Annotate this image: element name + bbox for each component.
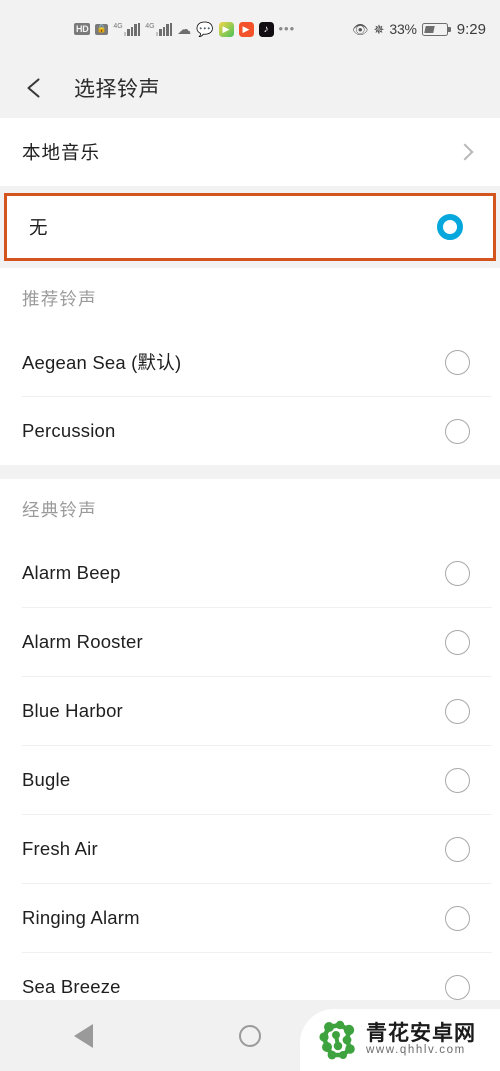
list-item[interactable]: Alarm Rooster: [0, 608, 500, 676]
watermark: 青花安卓网 www.qhhlv.com: [300, 1009, 500, 1071]
list-item-label: Bugle: [22, 769, 71, 790]
list-item-local-music[interactable]: 本地音乐: [0, 118, 500, 186]
sim-lock-icon: 🔒: [95, 23, 109, 35]
back-arrow-icon[interactable]: [22, 75, 48, 101]
nav-back-button[interactable]: [43, 1000, 123, 1071]
section-items: Alarm Beep Alarm Rooster Blue Harbor Bugle F…: [0, 539, 500, 1021]
overflow-icon: •••: [278, 21, 296, 37]
status-bar: HD 🔒 4G 4G ☁ 💬 ▶ ▶ ♪ ••• 👁 ✵ 33% 9:29: [0, 0, 500, 58]
list-item[interactable]: Aegean Sea (默认): [0, 328, 500, 396]
section-title: 推荐铃声: [22, 288, 97, 309]
section-header: 推荐铃声: [0, 268, 500, 328]
radio-unchecked-icon[interactable]: [445, 418, 470, 444]
list-item[interactable]: Percussion: [0, 397, 500, 465]
list-item[interactable]: Fresh Air: [0, 815, 500, 883]
hd-icon: HD: [74, 23, 91, 35]
phone-screen: HD 🔒 4G 4G ☁ 💬 ▶ ▶ ♪ ••• 👁 ✵ 33% 9:29 选择…: [0, 0, 500, 1071]
nav-back-icon: [73, 1023, 93, 1048]
network-type-1-label: 4G: [113, 22, 123, 30]
status-bar-right: 👁 ✵ 33% 9:29: [352, 21, 486, 38]
chat-bubble-icon: 💬: [196, 21, 214, 37]
qhhlv-logo-icon: [316, 1018, 360, 1062]
radio-unchecked-icon[interactable]: [445, 767, 470, 793]
page-title: 选择铃声: [74, 78, 160, 101]
radio-unchecked-icon[interactable]: [445, 905, 470, 931]
network-type-2-label: 4G: [145, 22, 155, 30]
nav-home-icon: [238, 1024, 261, 1047]
radio-checked-icon[interactable]: [437, 214, 463, 240]
watermark-site-name: 青花安卓网: [366, 1022, 476, 1046]
list-item[interactable]: Bugle: [0, 746, 500, 814]
app-bar: 选择铃声: [0, 58, 500, 118]
local-music-block: 本地音乐: [0, 118, 500, 186]
ringtone-sections: 推荐铃声 Aegean Sea (默认) Percussion 经典铃声 Alarm B…: [0, 268, 500, 1021]
cloud-alert-icon: ☁: [177, 21, 192, 37]
signal-2-icon: 4G: [145, 22, 173, 36]
list-item[interactable]: Alarm Beep: [0, 539, 500, 607]
signal-bars-1-icon: [123, 22, 141, 36]
list-item-label: Alarm Rooster: [22, 631, 143, 652]
list-item[interactable]: Blue Harbor: [0, 677, 500, 745]
selected-row-highlight: 无: [4, 193, 496, 261]
section-title: 经典铃声: [22, 499, 97, 520]
eye-comfort-icon: 👁: [351, 21, 369, 37]
signal-bars-2-icon: [155, 22, 173, 36]
radio-unchecked-icon[interactable]: [445, 629, 470, 655]
local-music-label: 本地音乐: [22, 142, 101, 163]
section-gap: [0, 465, 500, 479]
highlight-wrapper: 无: [0, 186, 500, 268]
section-header: 经典铃声: [0, 479, 500, 539]
watermark-text: 青花安卓网 www.qhhlv.com: [366, 1023, 476, 1057]
radio-unchecked-icon[interactable]: [445, 698, 470, 724]
status-bar-left: HD 🔒 4G 4G ☁ 💬 ▶ ▶ ♪ •••: [74, 21, 296, 37]
battery-percent-label: 33%: [389, 21, 417, 37]
radio-unchecked-icon[interactable]: [445, 974, 470, 1000]
watermark-url: www.qhhlv.com: [366, 1044, 466, 1057]
radio-unchecked-icon[interactable]: [445, 836, 470, 862]
section-items: Aegean Sea (默认) Percussion: [0, 328, 500, 465]
bluetooth-icon: ✵: [373, 21, 385, 37]
clock-label: 9:29: [456, 20, 486, 38]
list-item-none[interactable]: 无: [7, 196, 493, 258]
list-item-label: Sea Breeze: [22, 976, 121, 997]
battery-icon: [421, 22, 451, 36]
play-store-icon: ▶: [218, 21, 234, 37]
none-label: 无: [29, 217, 49, 238]
video-player-icon: ▶: [238, 21, 254, 37]
radio-unchecked-icon[interactable]: [445, 560, 470, 586]
nav-home-button[interactable]: [210, 1000, 290, 1071]
list-item-label: Blue Harbor: [22, 700, 123, 721]
list-item-label: Alarm Beep: [22, 562, 121, 583]
tiktok-icon: ♪: [258, 21, 274, 37]
list-item-label: Percussion: [22, 420, 116, 441]
radio-unchecked-icon[interactable]: [445, 349, 470, 375]
signal-1-icon: 4G: [113, 22, 141, 36]
list-item-label: Ringing Alarm: [22, 907, 140, 928]
list-item[interactable]: Ringing Alarm: [0, 884, 500, 952]
chevron-right-icon: [459, 143, 470, 162]
list-item-label: Aegean Sea (默认): [22, 352, 182, 373]
list-item-label: Fresh Air: [22, 838, 98, 859]
